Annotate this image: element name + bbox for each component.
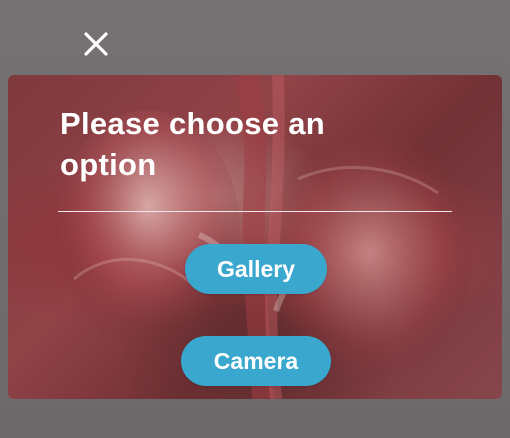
title-divider bbox=[58, 211, 452, 212]
close-icon bbox=[84, 32, 108, 56]
option-dialog: Please choose an option Gallery Camera bbox=[8, 75, 502, 399]
gallery-button[interactable]: Gallery bbox=[185, 244, 327, 294]
close-button[interactable] bbox=[80, 28, 112, 60]
camera-button[interactable]: Camera bbox=[181, 336, 331, 386]
dialog-title: Please choose an option bbox=[60, 106, 325, 182]
